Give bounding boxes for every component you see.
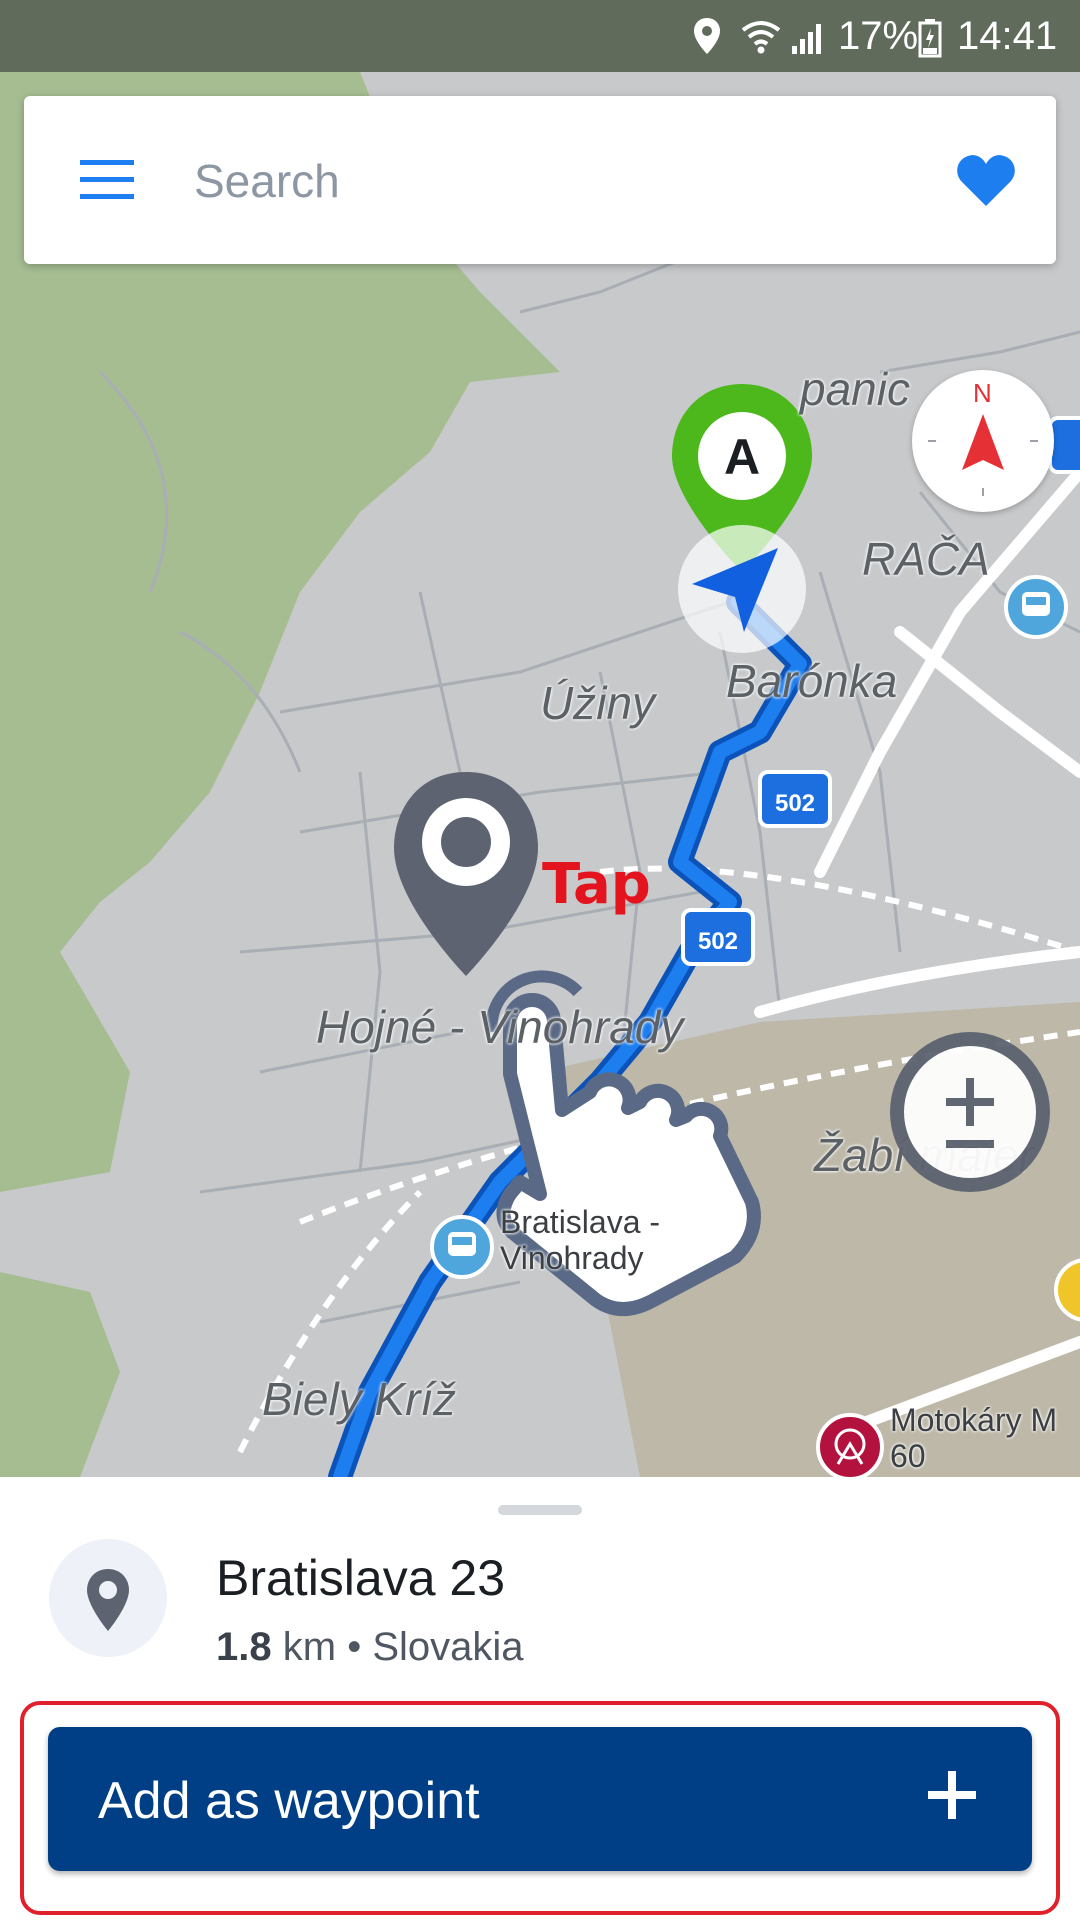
map-label-hojne: Hojné - Vinohrady (316, 1001, 684, 1053)
place-details-sheet: Bratislava 23 1.8 km • Slovakia Add as w… (0, 1477, 1080, 1920)
train-station-icon (430, 1215, 494, 1279)
battery-icon (918, 19, 942, 58)
road-shield-1: 502 (758, 770, 832, 828)
road-shield-2: 502 (681, 908, 755, 966)
forest-area-2 (0, 1272, 120, 1477)
clock: 14:41 (957, 14, 1058, 58)
heart-icon[interactable] (956, 152, 1016, 208)
location-icon (694, 18, 720, 54)
road-shield-edge (1048, 416, 1080, 474)
road-shield-label-2: 502 (698, 928, 738, 955)
map-label-uziny: Úžiny (540, 677, 656, 729)
map-label-baronka: Barónka (726, 655, 898, 707)
plus-icon (928, 1771, 976, 1819)
add-waypoint-button[interactable]: Add as waypoint (48, 1727, 1032, 1871)
status-bar: 17% 14:41 (0, 0, 1080, 72)
place-distance-unit: km (282, 1625, 337, 1669)
start-marker-label: A (724, 429, 760, 485)
signal-icon (792, 24, 821, 54)
menu-icon[interactable] (78, 150, 138, 210)
poi-label-motokary: Motokáry M 60 (890, 1402, 1058, 1474)
tap-hint-label: Tap (542, 852, 651, 917)
place-icon-container (49, 1539, 167, 1657)
place-name: Bratislava 23 (216, 1550, 506, 1606)
add-waypoint-label: Add as waypoint (98, 1772, 480, 1830)
drag-handle[interactable] (498, 1505, 582, 1515)
place-country: Slovakia (372, 1625, 524, 1669)
compass-north-label: N (973, 378, 992, 408)
wifi-icon (741, 21, 781, 54)
map-view[interactable]: 502 502 A panic RAČA Barónka Úžiny Hojné… (0, 72, 1080, 1477)
current-location-icon (678, 525, 806, 653)
place-separator: • (347, 1625, 362, 1669)
map-label-panic: panic (800, 363, 910, 415)
compass-button[interactable]: N (912, 370, 1054, 512)
map-label-biely: Biely Kríž (262, 1373, 457, 1425)
search-bar (24, 96, 1056, 264)
map-label-raca: RAČA (862, 533, 990, 585)
train-station-icon-2 (1004, 575, 1068, 639)
road-shield-label-1: 502 (775, 790, 815, 817)
zoom-button[interactable] (890, 1032, 1050, 1192)
place-meta: 1.8 km • Slovakia (216, 1625, 524, 1670)
zoom-plus-minus-icon (946, 1078, 994, 1148)
poi-label-station: Bratislava - Vinohrady (500, 1204, 661, 1276)
battery-percent: 17% (838, 14, 919, 58)
ferris-wheel-icon (816, 1413, 884, 1477)
dropped-pin-icon (394, 772, 538, 976)
place-pin-icon (87, 1569, 129, 1631)
search-input[interactable] (192, 140, 936, 222)
place-distance-value: 1.8 (216, 1625, 272, 1669)
